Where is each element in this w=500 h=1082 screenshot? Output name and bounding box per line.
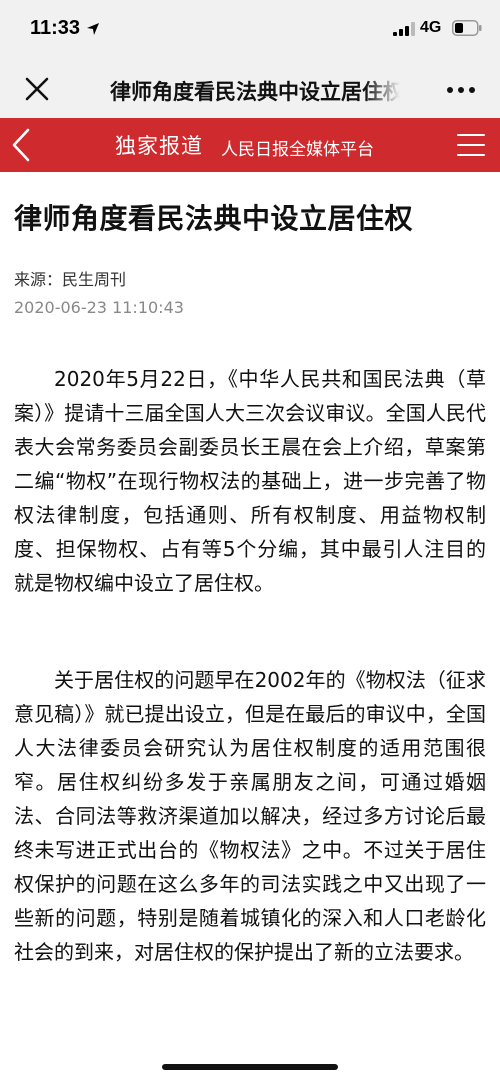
- article-source: 来源：民生周刊: [14, 270, 127, 289]
- signal-icon: [393, 22, 415, 36]
- brand-subtitle: 人民日报全媒体平台: [221, 140, 374, 160]
- back-icon[interactable]: [10, 127, 32, 163]
- location-arrow-icon: [87, 23, 99, 35]
- status-bar: 11:33 4G: [0, 0, 500, 62]
- article-paragraph: 关于居住权的问题早在2002年的《物权法（征求意见稿）》就已提出设立，但是在最后…: [14, 668, 486, 964]
- article-timestamp: 2020-06-23 11:10:43: [14, 298, 184, 317]
- page-title: 律师角度看民法典中设立居住权: [110, 80, 400, 104]
- brand-header: 独家报道 人民日报全媒体平台: [0, 118, 500, 172]
- network-type: 4G: [420, 19, 442, 36]
- home-indicator[interactable]: [162, 1064, 338, 1070]
- more-icon[interactable]: [446, 86, 476, 94]
- title-bar: 律师角度看民法典中设立居住权: [0, 62, 500, 118]
- battery-icon: [452, 20, 482, 36]
- article-title: 律师角度看民法典中设立居住权: [14, 202, 414, 235]
- brand-title: 独家报道: [115, 134, 203, 158]
- close-icon[interactable]: [24, 76, 50, 102]
- menu-icon[interactable]: [456, 132, 486, 158]
- status-time: 11:33: [30, 17, 81, 39]
- article-paragraph: 2020年5月22日，《中华人民共和国民法典（草案）》提请十三届全国人大三次会议…: [14, 367, 486, 595]
